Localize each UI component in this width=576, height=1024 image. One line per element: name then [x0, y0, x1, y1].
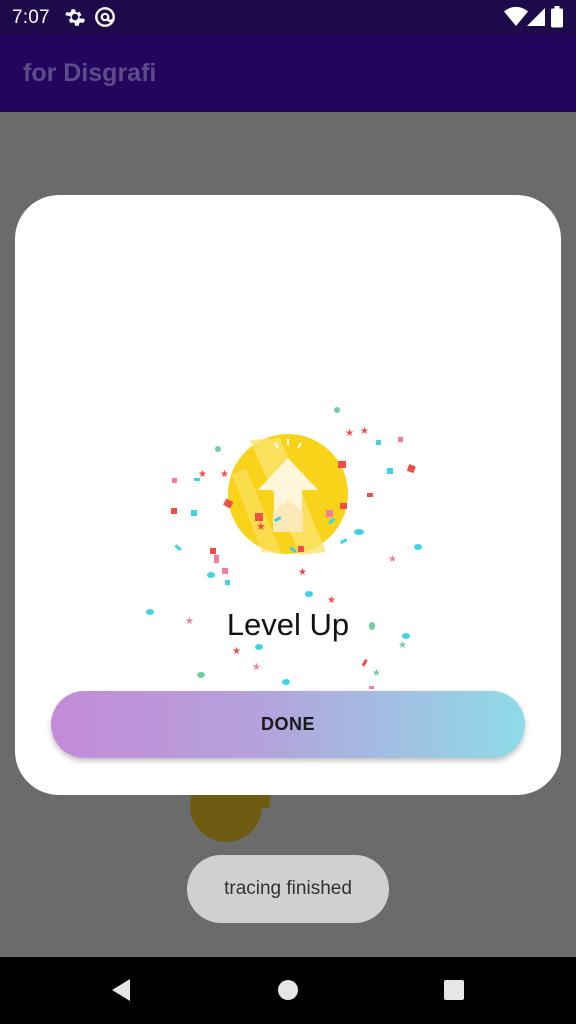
svg-text:★: ★ — [327, 595, 336, 606]
done-button[interactable]: DONE — [51, 691, 525, 758]
recents-icon[interactable] — [442, 977, 466, 1003]
svg-text:★: ★ — [345, 428, 354, 439]
svg-text:★: ★ — [252, 662, 261, 673]
toast-message: tracing finished — [187, 855, 389, 923]
svg-text:★: ★ — [298, 567, 307, 578]
navigation-bar — [0, 957, 576, 1024]
level-up-title: Level Up — [226, 607, 350, 642]
svg-text:★: ★ — [256, 521, 266, 533]
svg-text:★: ★ — [198, 469, 207, 480]
svg-text:★: ★ — [220, 469, 229, 480]
svg-text:★: ★ — [360, 426, 369, 437]
svg-text:★: ★ — [388, 554, 397, 565]
back-icon[interactable] — [108, 977, 134, 1003]
home-icon[interactable] — [276, 977, 300, 1003]
svg-text:★: ★ — [232, 646, 241, 657]
toast-text: tracing finished — [224, 878, 352, 899]
level-up-arrow-icon — [228, 434, 348, 555]
svg-text:★: ★ — [372, 668, 381, 679]
done-button-label: DONE — [260, 714, 315, 734]
